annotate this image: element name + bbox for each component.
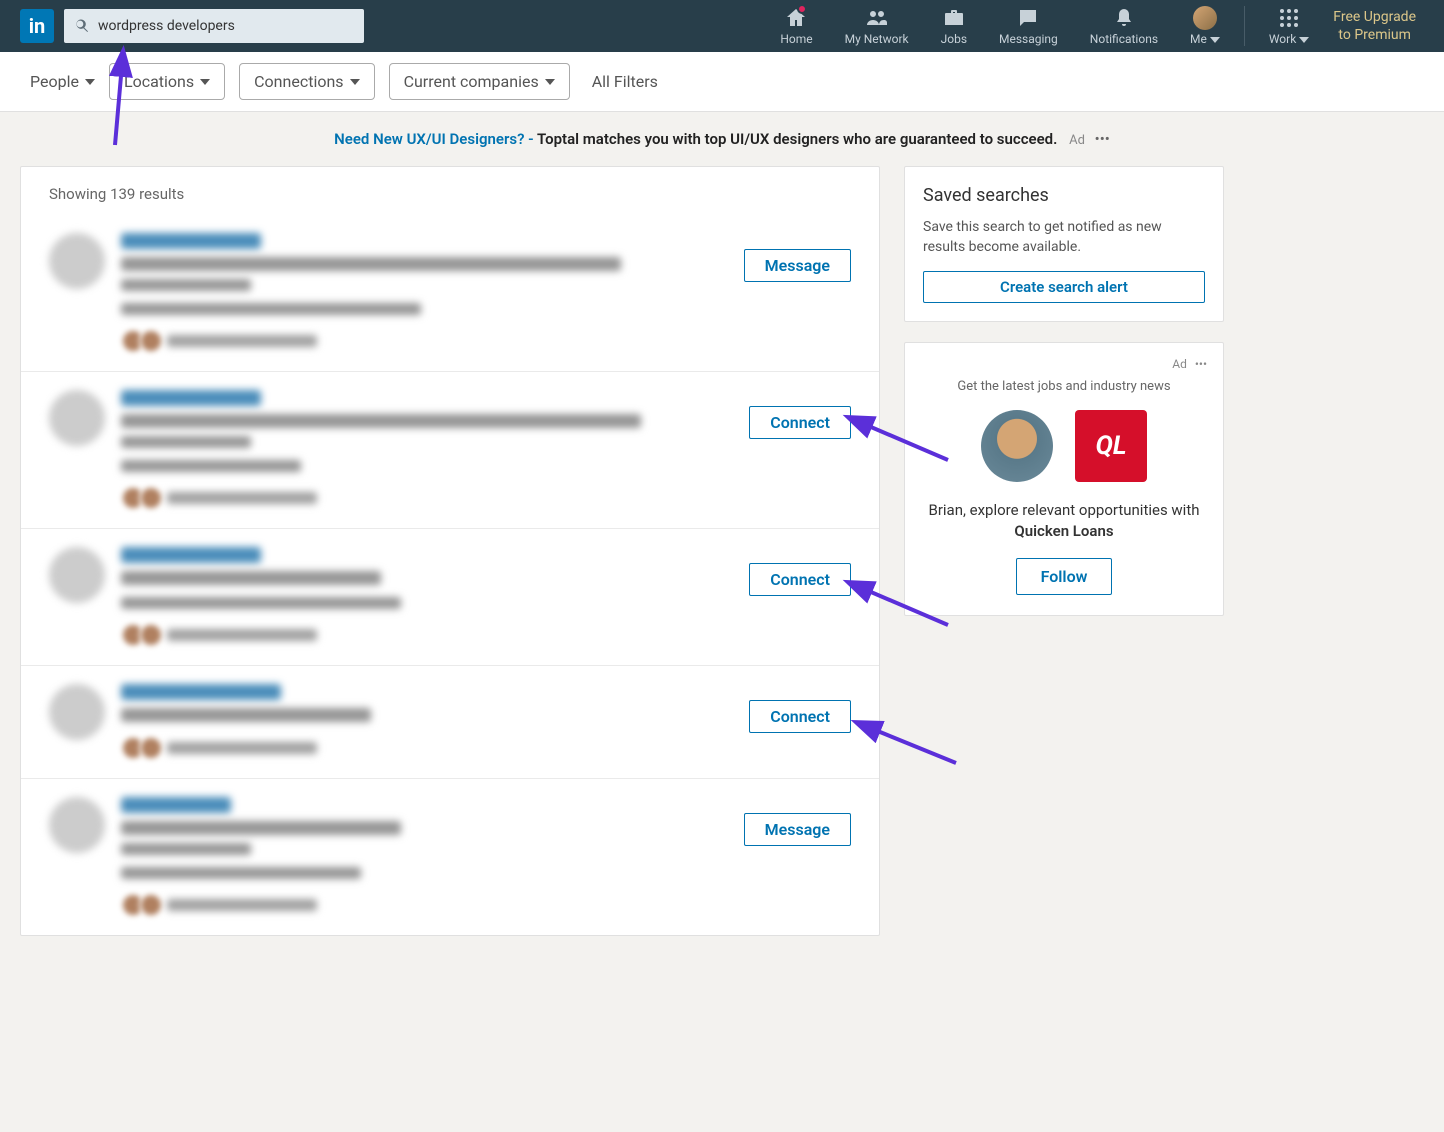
result-row: Message	[21, 215, 879, 372]
nav-network[interactable]: My Network	[829, 6, 925, 46]
filter-people[interactable]: People	[30, 72, 95, 91]
more-icon[interactable]: •••	[1095, 130, 1110, 148]
nav-label: My Network	[845, 32, 909, 46]
result-meta	[121, 303, 421, 315]
chevron-down-icon	[1299, 37, 1309, 43]
result-location	[121, 279, 251, 291]
nav-label: Jobs	[941, 32, 967, 46]
result-meta	[121, 597, 401, 609]
avatar[interactable]	[49, 390, 105, 446]
avatar[interactable]	[49, 797, 105, 853]
results-count: Showing 139 results	[21, 167, 879, 215]
result-row: Connect	[21, 666, 879, 779]
notification-badge	[797, 4, 807, 14]
panel-title: Saved searches	[923, 185, 1205, 206]
connect-button[interactable]: Connect	[749, 406, 851, 439]
result-location	[121, 843, 251, 855]
create-alert-button[interactable]: Create search alert	[923, 271, 1205, 303]
avatar[interactable]	[49, 233, 105, 289]
ad-label: Ad	[1172, 357, 1187, 371]
network-icon	[865, 6, 889, 30]
avatar[interactable]	[49, 684, 105, 740]
nav-messaging[interactable]: Messaging	[983, 6, 1074, 46]
promo-panel: Ad ••• Get the latest jobs and industry …	[904, 342, 1224, 616]
chevron-down-icon	[350, 79, 360, 85]
messaging-icon	[1016, 6, 1040, 30]
upgrade-link[interactable]: Free Upgrade to Premium	[1325, 8, 1424, 44]
nav-label: Me	[1190, 32, 1220, 46]
nav-label: Notifications	[1090, 32, 1158, 46]
result-location	[121, 436, 251, 448]
linkedin-logo[interactable]: in	[20, 9, 54, 43]
result-title	[121, 414, 641, 428]
nav-divider	[1244, 6, 1245, 46]
avatar	[1193, 6, 1217, 30]
all-filters[interactable]: All Filters	[592, 72, 658, 91]
result-name[interactable]	[121, 390, 261, 406]
result-title	[121, 571, 381, 585]
promo-avatar	[981, 410, 1053, 482]
result-name[interactable]	[121, 547, 261, 563]
nav-items: Home My Network Jobs Messaging Notificat…	[764, 6, 1424, 46]
result-row: Connect	[21, 529, 879, 666]
result-title	[121, 821, 401, 835]
global-header: in Home My Network Jobs Messaging Notifi…	[0, 0, 1444, 52]
chevron-down-icon	[200, 79, 210, 85]
filter-bar: People Locations Connections Current com…	[0, 52, 1444, 112]
result-row: Message	[21, 779, 879, 935]
result-meta	[121, 867, 361, 879]
promo-subtitle: Get the latest jobs and industry news	[921, 379, 1207, 394]
filter-locations[interactable]: Locations	[109, 63, 225, 100]
search-input[interactable]	[98, 18, 354, 34]
promo-company-logo: QL	[1075, 410, 1147, 482]
nav-me[interactable]: Me	[1174, 6, 1236, 46]
grid-icon	[1277, 6, 1301, 30]
chevron-down-icon	[545, 79, 555, 85]
follow-button[interactable]: Follow	[1016, 558, 1113, 595]
message-button[interactable]: Message	[744, 249, 851, 282]
bell-icon	[1112, 6, 1136, 30]
connect-button[interactable]: Connect	[749, 563, 851, 596]
connect-button[interactable]: Connect	[749, 700, 851, 733]
message-button[interactable]: Message	[744, 813, 851, 846]
result-title	[121, 257, 621, 271]
result-name[interactable]	[121, 684, 281, 700]
chevron-down-icon	[1210, 37, 1220, 43]
nav-label: Work	[1269, 32, 1309, 46]
nav-label: Messaging	[999, 32, 1058, 46]
result-name[interactable]	[121, 233, 261, 249]
result-row: Connect	[21, 372, 879, 529]
result-name[interactable]	[121, 797, 231, 813]
panel-desc: Save this search to get notified as new …	[923, 218, 1205, 257]
result-meta	[121, 460, 301, 472]
saved-searches-panel: Saved searches Save this search to get n…	[904, 166, 1224, 322]
ad-label: Ad	[1069, 133, 1085, 148]
promo-text: Brian, explore relevant opportunities wi…	[921, 500, 1207, 542]
result-title	[121, 708, 371, 722]
avatar[interactable]	[49, 547, 105, 603]
nav-home[interactable]: Home	[764, 6, 828, 46]
search-box[interactable]	[64, 9, 364, 43]
nav-jobs[interactable]: Jobs	[925, 6, 983, 46]
chevron-down-icon	[85, 79, 95, 85]
jobs-icon	[942, 6, 966, 30]
sponsored-banner[interactable]: Need New UX/UI Designers? - Toptal match…	[0, 112, 1444, 166]
filter-connections[interactable]: Connections	[239, 63, 374, 100]
nav-work[interactable]: Work	[1253, 6, 1325, 46]
nav-notifications[interactable]: Notifications	[1074, 6, 1174, 46]
search-results: Showing 139 results Message Connect	[20, 166, 880, 936]
nav-label: Home	[780, 32, 812, 46]
more-icon[interactable]: •••	[1195, 357, 1207, 371]
search-icon	[74, 18, 90, 34]
filter-companies[interactable]: Current companies	[389, 63, 570, 100]
